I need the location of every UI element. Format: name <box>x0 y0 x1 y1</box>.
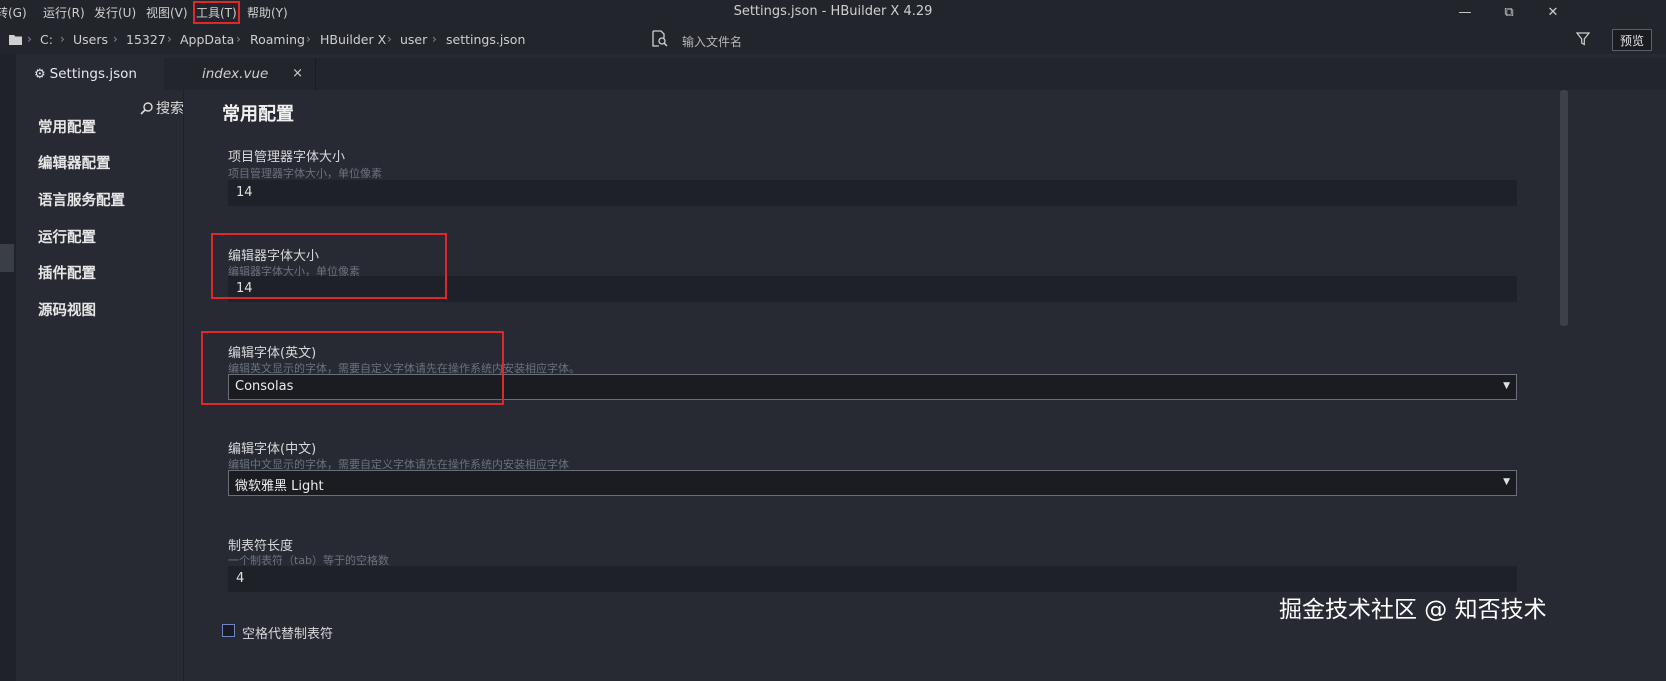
sidebar-item-run[interactable]: 运行配置 <box>38 226 96 247</box>
scrollbar[interactable] <box>1560 90 1568 326</box>
tab-bar: ⚙ Settings.json index.vue × <box>16 58 1666 90</box>
search-icon <box>140 102 153 115</box>
menu-bar: 转(G) 运行(R) 发行(U) 视图(V) 工具(T) 帮助(Y) Setti… <box>0 0 1666 24</box>
crumb-hbuilderx[interactable]: HBuilder X <box>320 32 386 47</box>
sidebar-item-plugin[interactable]: 插件配置 <box>38 262 96 283</box>
search-label: 搜索 <box>156 101 184 117</box>
crumb-settings-file[interactable]: settings.json <box>446 32 525 47</box>
sidebar-item-source-view[interactable]: 源码视图 <box>38 299 96 320</box>
tab-index-vue[interactable]: index.vue × <box>164 58 316 90</box>
minimize-icon[interactable]: — <box>1442 0 1488 24</box>
crumb-appdata[interactable]: AppData <box>180 32 234 47</box>
folder-icon <box>9 35 22 45</box>
menu-run[interactable]: 运行(R) <box>43 4 85 21</box>
tab-label: Settings.json <box>49 66 137 82</box>
crumb-drive[interactable]: C: <box>40 32 53 47</box>
setting-label: 编辑字体(英文) <box>228 346 317 361</box>
tab-size-field[interactable]: 4 <box>228 566 1517 592</box>
chinese-font-select[interactable]: 微软雅黑 Light ▼ <box>228 470 1517 496</box>
dropdown-arrow-icon: ▼ <box>1503 477 1510 487</box>
menu-goto[interactable]: 转(G) <box>0 4 27 21</box>
close-window-icon[interactable]: ✕ <box>1530 0 1576 24</box>
sidebar-item-language-service[interactable]: 语言服务配置 <box>38 189 125 210</box>
crumb-roaming[interactable]: Roaming <box>250 32 305 47</box>
setting-label: 项目管理器字体大小 <box>228 150 346 165</box>
select-value: Consolas <box>235 379 294 394</box>
select-value: 微软雅黑 Light <box>235 479 324 494</box>
watermark: 掘金技术社区 @ 知否技术 <box>1279 597 1547 623</box>
menu-help[interactable]: 帮助(Y) <box>247 4 288 21</box>
activity-strip <box>0 54 16 681</box>
crumb-user[interactable]: user <box>400 32 427 47</box>
editor-font-size-field[interactable]: 14 <box>228 276 1517 302</box>
close-icon[interactable]: × <box>292 66 303 81</box>
crumb-user-id[interactable]: 15327 <box>126 32 166 47</box>
file-search-icon[interactable] <box>651 30 669 48</box>
preview-button[interactable]: 预览 <box>1612 29 1652 51</box>
setting-description: 项目管理器字体大小，单位像素 <box>228 167 382 180</box>
menu-publish[interactable]: 发行(U) <box>94 4 136 21</box>
page-title: 常用配置 <box>222 104 294 125</box>
setting-label: 编辑器字体大小 <box>228 249 320 264</box>
dropdown-arrow-icon: ▼ <box>1503 381 1510 391</box>
tab-label: index.vue <box>202 66 269 82</box>
breadcrumb: › C: › Users › 15327 › AppData › Roaming… <box>0 24 1666 54</box>
gear-icon: ⚙ <box>34 66 46 82</box>
menu-view[interactable]: 视图(V) <box>146 4 188 21</box>
tab-settings-json[interactable]: ⚙ Settings.json <box>16 58 164 90</box>
spaces-for-tabs-checkbox[interactable] <box>222 624 235 637</box>
filter-icon[interactable] <box>1576 32 1590 46</box>
checkbox-label: 空格代替制表符 <box>242 627 334 642</box>
file-search-input[interactable]: 输入文件名 <box>682 33 742 50</box>
english-font-select[interactable]: Consolas ▼ <box>228 374 1517 400</box>
menu-tools[interactable]: 工具(T) <box>193 1 240 24</box>
sidebar-search[interactable]: 搜索 <box>140 98 184 118</box>
crumb-users[interactable]: Users <box>73 32 108 47</box>
project-font-size-field[interactable]: 14 <box>228 180 1517 206</box>
sidebar-item-common[interactable]: 常用配置 <box>38 116 96 137</box>
restore-icon[interactable]: ⧉ <box>1486 0 1532 24</box>
settings-sidebar: 搜索 常用配置 编辑器配置 语言服务配置 运行配置 插件配置 源码视图 <box>16 90 184 681</box>
setting-label: 编辑字体(中文) <box>228 442 317 457</box>
strip-indicator <box>0 244 14 272</box>
sidebar-item-editor[interactable]: 编辑器配置 <box>38 152 111 173</box>
